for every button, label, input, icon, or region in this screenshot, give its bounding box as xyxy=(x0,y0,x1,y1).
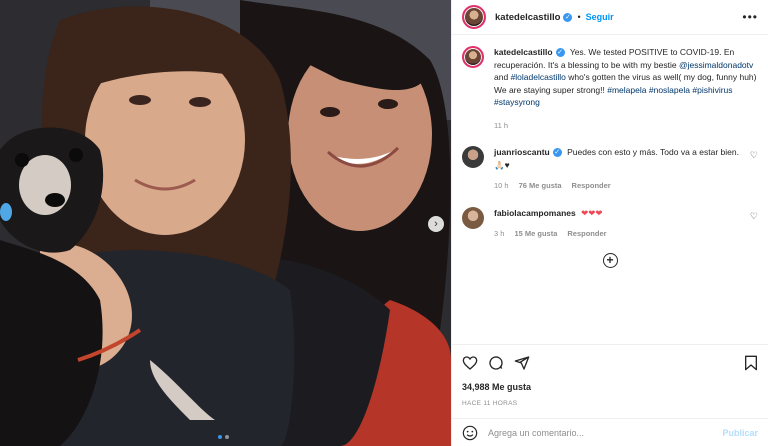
hashtag-link[interactable]: #loladelcastillo xyxy=(511,72,566,82)
caption-username[interactable]: katedelcastillo xyxy=(494,47,553,57)
caption-meta: 11 h xyxy=(494,120,758,133)
comment-emoji: 🙏🏻♥ xyxy=(494,159,510,170)
comment-text: Puedes con esto y más. Todo va a estar b… xyxy=(567,147,739,157)
likes-count[interactable]: 34,988 Me gusta xyxy=(462,382,758,392)
comment-likes[interactable]: 15 Me gusta xyxy=(514,228,557,241)
photo-scene xyxy=(0,0,451,446)
comment-meta: 3 h 15 Me gusta Responder xyxy=(494,228,758,241)
like-icon[interactable] xyxy=(462,355,478,371)
next-image-button[interactable]: › xyxy=(428,216,444,232)
carousel-dot-1 xyxy=(218,435,222,439)
comment-body: fabiolacampomanes ❤❤❤ 3 h 15 Me gusta Re… xyxy=(494,207,758,241)
author-username[interactable]: katedelcastillo xyxy=(495,12,560,23)
comment-item: juanrioscantu ✓ Puedes con esto y más. To… xyxy=(462,146,758,193)
comment-likes[interactable]: 76 Me gusta xyxy=(519,180,562,193)
hashtag-link[interactable]: #pishivirus xyxy=(692,85,732,95)
chevron-right-icon: › xyxy=(434,217,438,230)
publish-button[interactable]: Publicar xyxy=(722,428,758,438)
caption-body: katedelcastillo ✓ Yes. We tested POSITIVE… xyxy=(494,46,758,132)
emoji-icon[interactable] xyxy=(462,425,478,441)
post-sidebar: katedelcastillo ✓ • Seguir ••• katedelca… xyxy=(451,0,768,446)
comment-meta: 10 h 76 Me gusta Responder xyxy=(494,180,758,193)
commenter-username[interactable]: juanrioscantu xyxy=(494,147,550,157)
more-horizontal-icon[interactable]: ••• xyxy=(742,10,758,24)
comment-like-icon[interactable]: ♡ xyxy=(750,211,758,222)
comment-input[interactable] xyxy=(488,427,713,438)
add-comment-bar: Publicar xyxy=(452,418,768,446)
follow-button[interactable]: Seguir xyxy=(586,12,614,22)
comment-time: 10 h xyxy=(494,181,509,190)
bookmark-icon[interactable] xyxy=(744,355,758,371)
hashtag-link[interactable]: #melapela xyxy=(607,85,646,95)
action-icons xyxy=(462,353,758,373)
caption-text-2: and xyxy=(494,72,509,82)
mention-link[interactable]: @jessimaldonadotv xyxy=(679,60,753,70)
separator-dot: • xyxy=(577,12,581,22)
share-icon[interactable] xyxy=(514,355,530,371)
caption: katedelcastillo ✓ Yes. We tested POSITIVE… xyxy=(462,46,758,132)
post-timestamp: HACE 11 HORAS xyxy=(462,400,518,407)
reply-button[interactable]: Responder xyxy=(572,180,611,193)
comments-list: katedelcastillo ✓ Yes. We tested POSITIVE… xyxy=(452,36,768,344)
caption-time: 11 h xyxy=(494,120,509,130)
carousel-indicator xyxy=(218,435,229,439)
commenter-avatar[interactable] xyxy=(462,146,484,168)
reply-button[interactable]: Responder xyxy=(567,228,606,241)
post-header: katedelcastillo ✓ • Seguir ••• xyxy=(452,0,768,35)
comment-item: fabiolacampomanes ❤❤❤ 3 h 15 Me gusta Re… xyxy=(462,206,758,241)
comment-body: juanrioscantu ✓ Puedes con esto y más. To… xyxy=(494,146,758,193)
caption-avatar[interactable] xyxy=(462,46,484,68)
verified-icon: ✓ xyxy=(563,12,573,22)
load-more-comments-icon[interactable]: + xyxy=(602,252,618,268)
carousel-dot-2 xyxy=(225,435,229,439)
post-photo[interactable]: › xyxy=(0,0,451,446)
hashtag-link[interactable]: #staysyrong xyxy=(494,97,540,107)
commenter-avatar[interactable] xyxy=(462,206,484,229)
post-actions: 34,988 Me gusta HACE 11 HORAS xyxy=(452,344,768,407)
comment-time: 3 h xyxy=(494,229,505,238)
comment-emoji: ❤❤❤ xyxy=(581,207,603,218)
verified-icon: ✓ xyxy=(552,148,562,158)
comment-like-icon[interactable]: ♡ xyxy=(750,150,758,161)
commenter-username[interactable]: fabiolacampomanes xyxy=(494,208,576,218)
verified-icon: ✓ xyxy=(555,48,565,58)
hashtag-link[interactable]: #noslapela xyxy=(649,85,690,95)
comment-icon[interactable] xyxy=(488,355,504,371)
author-avatar[interactable] xyxy=(462,5,486,29)
